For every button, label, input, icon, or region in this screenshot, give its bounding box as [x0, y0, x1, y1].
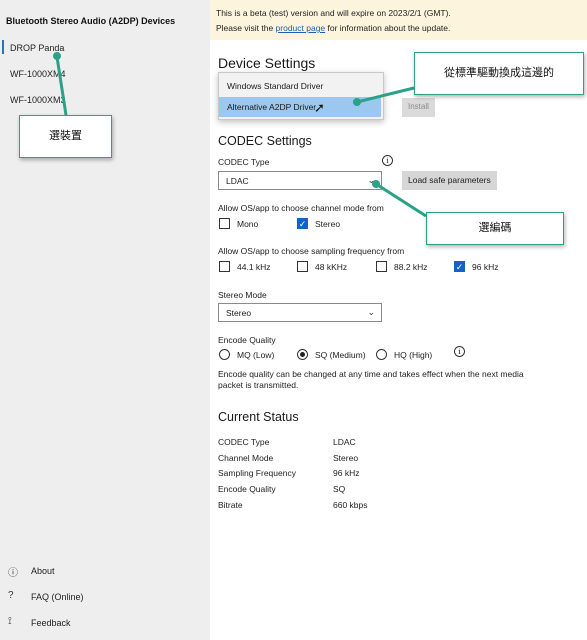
sidebar: Bluetooth Stereo Audio (A2DP) Devices DR… [0, 0, 210, 640]
freq-44-checkbox[interactable] [219, 261, 230, 272]
sampling-frequency-label: Allow OS/app to choose sampling frequenc… [218, 246, 405, 256]
freq-48-label: 48 kKHz [315, 262, 348, 272]
encode-info-icon[interactable]: i [454, 346, 465, 357]
mq-radio[interactable] [219, 349, 230, 360]
annotation-driver-note: 從標準驅動換成這邊的 [414, 52, 584, 95]
driver-option-standard[interactable]: Windows Standard Driver [219, 76, 381, 96]
banner-line-1: This is a beta (test) version and will e… [216, 8, 451, 18]
status-value-bitrate: 660 kbps [333, 500, 368, 510]
status-value-channel: Stereo [333, 453, 359, 463]
feedback-link[interactable]: Feedback [31, 618, 71, 628]
device-item-drop-panda[interactable]: DROP Panda [10, 43, 64, 53]
feedback-icon: ⟟ [8, 616, 12, 627]
app-title: Bluetooth Stereo Audio (A2DP) Devices [6, 16, 176, 26]
freq-88-label: 88.2 kHz [394, 262, 428, 272]
mouse-cursor-icon: ➚ [314, 100, 325, 115]
status-key-channel: Channel Mode [218, 453, 274, 463]
annotation-select-device: 選裝置 [19, 115, 112, 158]
status-key-bitrate: Bitrate [218, 500, 243, 510]
status-value-encode: SQ [333, 484, 346, 494]
mq-label: MQ (Low) [237, 350, 275, 360]
encode-note-line-2: packet is transmitted. [218, 380, 299, 390]
mono-checkbox[interactable] [219, 218, 230, 229]
hq-label: HQ (High) [394, 350, 433, 360]
codec-type-value: LDAC [226, 176, 249, 186]
codec-info-icon[interactable]: i [382, 155, 393, 166]
stereo-mode-select[interactable]: Stereo ⌄ [218, 303, 382, 322]
codec-type-label: CODEC Type [218, 157, 270, 167]
faq-link[interactable]: FAQ (Online) [31, 592, 84, 602]
freq-88-checkbox[interactable] [376, 261, 387, 272]
encode-quality-label: Encode Quality [218, 335, 276, 345]
status-key-codec: CODEC Type [218, 437, 270, 447]
device-item-wf-1000xm4[interactable]: WF-1000XM4 [10, 69, 66, 79]
banner-text: Please visit the [216, 23, 276, 33]
stereo-mode-label: Stereo Mode [218, 290, 267, 300]
encode-note-line-1: Encode quality can be changed at any tim… [218, 369, 524, 379]
banner-line-2: Please visit the product page for inform… [216, 23, 450, 33]
status-value-codec: LDAC [333, 437, 356, 447]
codec-type-select[interactable]: LDAC ⌄ [218, 171, 382, 190]
stereo-mode-value: Stereo [226, 308, 252, 318]
device-item-wf-1000xm3[interactable]: WF-1000XM3 [10, 95, 66, 105]
annotation-select-codec: 選編碼 [426, 212, 564, 245]
status-key-sampling: Sampling Frequency [218, 468, 296, 478]
hq-radio[interactable] [376, 349, 387, 360]
mono-label: Mono [237, 219, 259, 229]
sq-radio[interactable] [297, 349, 308, 360]
driver-dropdown-list[interactable]: Windows Standard Driver Alternative A2DP… [218, 72, 384, 120]
question-icon: ? [8, 590, 14, 601]
install-button[interactable]: Install [402, 98, 435, 117]
beta-banner: This is a beta (test) version and will e… [210, 0, 587, 40]
stereo-label: Stereo [315, 219, 341, 229]
current-status-heading: Current Status [218, 410, 299, 424]
channel-mode-label: Allow OS/app to choose channel mode from [218, 203, 384, 213]
stereo-checkbox[interactable]: ✓ [297, 218, 308, 229]
load-safe-parameters-button[interactable]: Load safe parameters [402, 171, 497, 190]
freq-44-label: 44.1 kHz [237, 262, 271, 272]
about-link[interactable]: About [31, 566, 55, 576]
banner-text-end: for information about the update. [325, 23, 451, 33]
device-settings-heading: Device Settings [218, 55, 316, 71]
sq-label: SQ (Medium) [315, 350, 366, 360]
chevron-down-icon: ⌄ [367, 175, 375, 185]
codec-settings-heading: CODEC Settings [218, 134, 312, 148]
info-icon: ⓘ [8, 568, 18, 579]
product-page-link[interactable]: product page [276, 23, 326, 33]
selected-indicator [2, 40, 4, 54]
freq-96-label: 96 kHz [472, 262, 499, 272]
freq-48-checkbox[interactable] [297, 261, 308, 272]
chevron-down-icon: ⌄ [367, 307, 375, 317]
status-value-sampling: 96 kHz [333, 468, 360, 478]
status-key-encode: Encode Quality [218, 484, 276, 494]
driver-option-alternative[interactable]: Alternative A2DP Driver [219, 97, 381, 117]
freq-96-checkbox[interactable]: ✓ [454, 261, 465, 272]
